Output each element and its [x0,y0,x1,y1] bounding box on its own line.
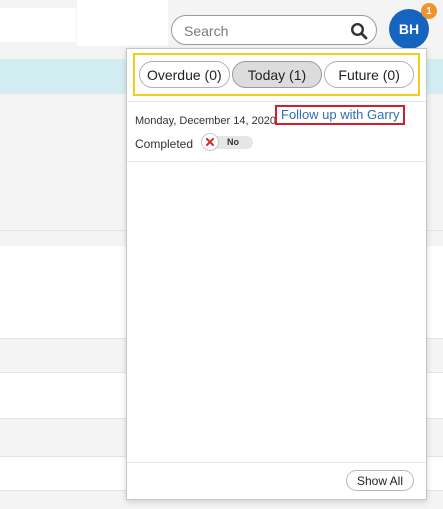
tabs-divider [127,101,426,102]
task-title-link[interactable]: Follow up with Garry [275,105,406,125]
page-header-strip [0,8,76,42]
completed-toggle[interactable]: No [201,133,253,151]
task-filter-tabs: Overdue (0) Today (1) Future (0) [133,53,420,96]
search-icon[interactable] [350,22,368,40]
tasks-dropdown: Overdue (0) Today (1) Future (0) Monday,… [126,48,427,500]
show-all-button[interactable]: Show All [345,470,414,491]
close-icon [206,138,214,146]
footer-divider [127,462,426,463]
notification-badge: 1 [421,3,437,19]
page-header-block [77,0,168,46]
toggle-knob [201,133,219,151]
tab-today[interactable]: Today (1) [231,61,323,88]
tab-future[interactable]: Future (0) [324,61,414,88]
search-input[interactable] [182,20,346,42]
task-completed-label: Completed [135,137,194,151]
task-date: Monday, December 14, 2020 [135,115,277,127]
tab-overdue[interactable]: Overdue (0) [139,61,230,88]
toggle-state-label: No [227,137,239,147]
task-divider [127,161,426,162]
search-box[interactable] [171,15,377,45]
